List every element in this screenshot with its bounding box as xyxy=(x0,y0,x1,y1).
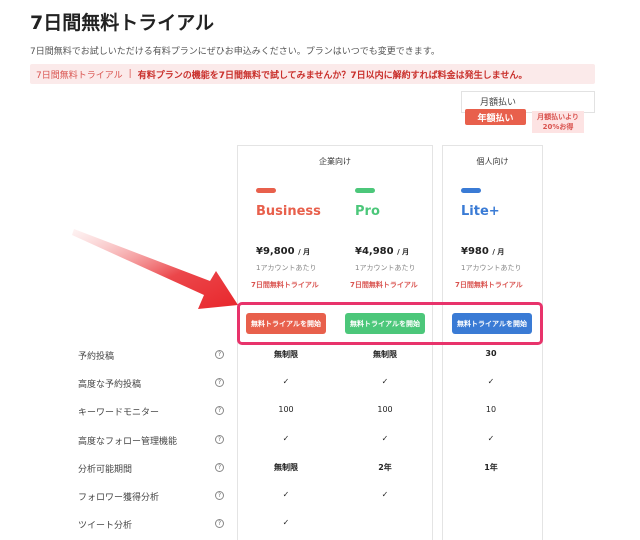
feature-value: ✓ xyxy=(282,518,290,527)
price-unit: / 月 xyxy=(397,248,410,256)
feature-label: ツイート分析 xyxy=(78,521,133,531)
feature-value: ✓ xyxy=(282,377,290,386)
notice-separator: | xyxy=(128,69,132,79)
price-business: ¥9,800 / 月 xyxy=(256,246,310,257)
question-circle-icon[interactable]: ? xyxy=(215,350,224,359)
group-label-enterprise: 企業向け xyxy=(319,157,351,166)
feature-value: 30 xyxy=(485,349,497,358)
question-circle-icon[interactable]: ? xyxy=(215,406,224,415)
feature-value: ✓ xyxy=(487,434,495,443)
notice-message: 有料プランの機能を7日間無料で試してみませんか？7日以内に解約すれば料金は発生し… xyxy=(137,70,528,81)
billing-yearly-option[interactable]: 年額払い xyxy=(465,109,526,125)
discount-line-1: 月額払いより xyxy=(537,113,579,121)
trial-label-lite: 7日間無料トライアル xyxy=(455,281,523,289)
trial-label-pro: 7日間無料トライアル xyxy=(350,281,418,289)
feature-value: 10 xyxy=(485,405,497,414)
billing-monthly-option[interactable]: 月額払い xyxy=(480,95,516,108)
plan-name-lite: Lite+ xyxy=(461,204,500,219)
business-color-bar xyxy=(256,188,276,193)
lite-color-bar xyxy=(461,188,481,193)
per-account-business: 1アカウントあたり xyxy=(256,264,317,272)
pro-color-bar xyxy=(355,188,375,193)
feature-value: 無制限 xyxy=(274,463,298,472)
price-amount: ¥9,800 xyxy=(256,246,295,257)
notice-tag: 7日間無料トライアル xyxy=(36,70,123,81)
feature-value: 無制限 xyxy=(274,350,298,359)
feature-value: 100 xyxy=(377,405,393,414)
feature-value: 1年 xyxy=(484,463,498,472)
feature-value: 100 xyxy=(278,405,294,414)
trial-notice: 7日間無料トライアル | 有料プランの機能を7日間無料で試してみませんか？7日以… xyxy=(30,64,595,84)
price-unit: / 月 xyxy=(492,248,505,256)
plan-name-business: Business xyxy=(256,204,321,219)
trial-label-business: 7日間無料トライアル xyxy=(251,281,319,289)
feature-label: 高度な予約投稿 xyxy=(78,380,142,390)
price-amount: ¥4,980 xyxy=(355,246,394,257)
start-trial-button-business[interactable]: 無料トライアルを開始 xyxy=(246,313,326,334)
question-circle-icon[interactable]: ? xyxy=(215,463,224,472)
page-subtitle: 7日間無料でお試しいただける有料プランにぜひお申込みください。プランはいつでも変… xyxy=(30,47,440,57)
feature-value: 2年 xyxy=(378,463,392,472)
feature-label: 分析可能期間 xyxy=(78,465,133,475)
feature-label: キーワードモニター xyxy=(78,408,160,418)
question-circle-icon[interactable]: ? xyxy=(215,435,224,444)
discount-badge: 月額払いより 20%お得 xyxy=(532,111,584,133)
per-account-pro: 1アカウントあたり xyxy=(355,264,416,272)
price-unit: / 月 xyxy=(298,248,311,256)
feature-label: フォロワー獲得分析 xyxy=(78,493,160,503)
price-lite: ¥980 / 月 xyxy=(461,246,504,257)
plan-name-pro: Pro xyxy=(355,204,380,219)
feature-value: ✓ xyxy=(282,490,290,499)
feature-value: ✓ xyxy=(487,377,495,386)
feature-label: 予約投稿 xyxy=(78,352,115,362)
question-circle-icon[interactable]: ? xyxy=(215,519,224,528)
question-circle-icon[interactable]: ? xyxy=(215,491,224,500)
feature-value: ✓ xyxy=(381,434,389,443)
question-circle-icon[interactable]: ? xyxy=(215,378,224,387)
feature-label: 高度なフォロー管理機能 xyxy=(78,437,178,447)
start-trial-button-pro[interactable]: 無料トライアルを開始 xyxy=(345,313,425,334)
feature-value: ✓ xyxy=(282,434,290,443)
page-title: 7日間無料トライアル xyxy=(30,12,215,34)
per-account-lite: 1アカウントあたり xyxy=(461,264,522,272)
price-amount: ¥980 xyxy=(461,246,489,257)
arrow-pointer-icon xyxy=(72,229,238,309)
feature-value: 無制限 xyxy=(373,350,397,359)
price-pro: ¥4,980 / 月 xyxy=(355,246,409,257)
feature-value: ✓ xyxy=(381,377,389,386)
discount-line-2: 20%お得 xyxy=(542,123,574,131)
start-trial-button-lite[interactable]: 無料トライアルを開始 xyxy=(452,313,532,334)
group-label-personal: 個人向け xyxy=(476,157,509,166)
feature-value: ✓ xyxy=(381,490,389,499)
